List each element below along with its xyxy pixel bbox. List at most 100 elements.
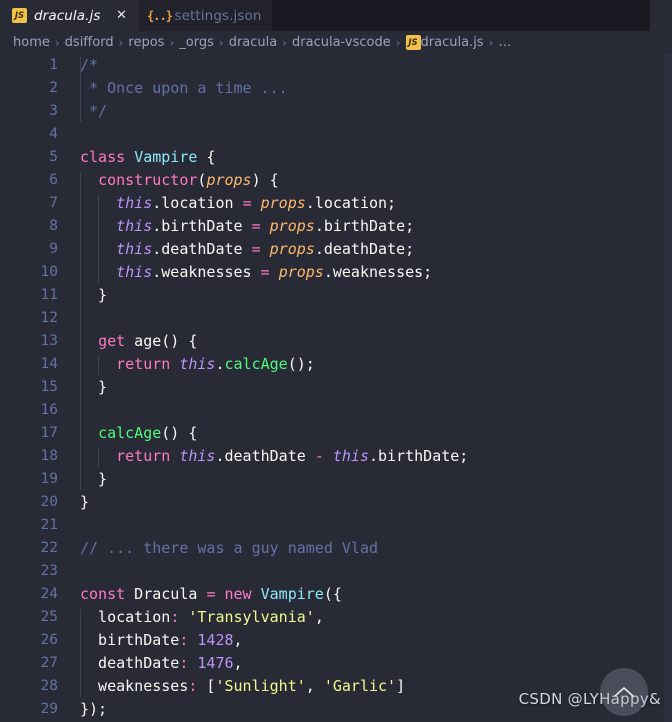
code-text: class Vampire { [58,146,672,169]
line-number: 28 [40,678,58,694]
token-plain: , [233,654,243,672]
code-line[interactable]: 13 get age() { [0,330,672,353]
token-comment: // ... there was a guy named Vlad [80,539,379,557]
token-comment: /* [80,56,99,74]
token-this: this [332,447,369,465]
line-number: 4 [49,126,58,142]
code-line[interactable]: 14 return this.calcAge(); [0,353,672,376]
code-line[interactable]: 9 this.deathDate = props.deathDate; [0,238,672,261]
line-number: 29 [40,701,58,717]
code-line[interactable]: 10 this.weaknesses = props.weaknesses; [0,261,672,284]
code-line[interactable]: 11 } [0,284,672,307]
line-number: 25 [40,609,58,625]
token-key: constructor [98,171,198,189]
editor-scrollbar[interactable] [664,54,672,722]
token-fn: calcAge [98,424,162,442]
indent-guide [98,195,100,283]
code-line[interactable]: 17 calcAge() { [0,422,672,445]
token-str: 'Sunlight' [215,677,306,695]
code-line[interactable]: 21 [0,514,672,537]
token-key: class [80,148,126,166]
code-line[interactable]: 16 [0,399,672,422]
code-line[interactable]: 25 location: 'Transylvania', [0,606,672,629]
code-editor[interactable]: 1 /* 2 * Once upon a time ... 3 */ 4 5 class V… [0,54,672,722]
code-text: this.birthDate = props.birthDate; [58,215,672,238]
token-plain: .deathDate; [314,240,415,258]
indent-guide [98,356,100,375]
code-line[interactable]: 26 birthDate: 1428, [0,629,672,652]
breadcrumb-item-home[interactable]: home [13,35,50,50]
token-plain: , [305,677,324,695]
breadcrumb-item-repos[interactable]: repos [128,35,164,50]
code-line[interactable]: 1 /* [0,54,672,77]
code-line[interactable]: 22 // ... there was a guy named Vlad [0,537,672,560]
tab-label: settings.json [174,7,262,24]
token-plain: weaknesses [80,677,189,695]
chevron-up-icon [613,685,635,699]
code-lines[interactable]: 1 /* 2 * Once upon a time ... 3 */ 4 5 class V… [0,54,672,721]
line-number: 15 [40,379,58,395]
code-line[interactable]: 12 [0,307,672,330]
code-text: } [58,284,672,307]
code-line[interactable]: 3 */ [0,100,672,123]
indent-guide [80,57,81,122]
breadcrumb-separator-icon: › [395,35,401,50]
code-line[interactable]: 6 constructor(props) { [0,169,672,192]
code-line[interactable]: 2 * Once upon a time ... [0,77,672,100]
breadcrumb-separator-icon: › [54,35,60,50]
code-line[interactable]: 19 } [0,468,672,491]
tab-bar-right-strip [650,0,672,31]
breadcrumb-item-dsifford[interactable]: dsifford [65,35,114,50]
token-str: 'Garlic' [323,677,397,695]
token-plain: deathDate [80,654,180,672]
breadcrumb-item-file[interactable]: dracula.js [421,35,484,50]
code-line[interactable]: 27 deathDate: 1476, [0,652,672,675]
code-line[interactable]: 20} [0,491,672,514]
code-text: birthDate: 1428, [58,629,672,652]
line-number: 10 [40,264,58,280]
indent-guide [98,448,100,467]
token-plain: age() { [125,332,198,350]
token-plain: birthDate [80,631,180,649]
breadcrumb-item-symbol-overflow[interactable]: … [498,35,511,50]
line-number: 3 [49,103,58,119]
tab-settings-json[interactable]: {..} settings.json [139,0,272,31]
line-number: 1 [49,57,58,73]
code-line[interactable]: 18 return this.deathDate - this.birthDat… [0,445,672,468]
token-class: Vampire [134,148,198,166]
code-line[interactable]: 7 this.location = props.location; [0,192,672,215]
js-file-icon: JS [405,35,421,50]
code-line[interactable]: 15 } [0,376,672,399]
token-this: this [116,263,153,281]
line-number: 21 [40,517,58,533]
tab-dracula-js[interactable]: JS dracula.js ✕ [0,0,140,31]
scroll-to-top-button[interactable] [600,668,648,716]
line-number: 20 [40,494,58,510]
token-plain: () { [161,424,198,442]
breadcrumb-item-orgs[interactable]: _orgs [179,35,214,50]
code-line[interactable]: 4 [0,123,672,146]
editor-tab-bar: JS dracula.js ✕ {..} settings.json [0,0,672,31]
line-number: 17 [40,425,58,441]
code-line[interactable]: 5 class Vampire { [0,146,672,169]
code-line[interactable]: 24 const Dracula = new Vampire({ [0,583,672,606]
breadcrumb-item-dracula-vscode[interactable]: dracula-vscode [292,35,391,50]
line-number: 19 [40,471,58,487]
token-plain: ) { [251,171,279,189]
close-icon[interactable]: ✕ [113,8,129,24]
code-line[interactable]: 23 [0,560,672,583]
breadcrumb-separator-icon: › [118,35,124,50]
breadcrumb[interactable]: home › dsifford › repos › _orgs › dracul… [0,31,672,54]
code-text: get age() { [58,330,672,353]
token-plain: .location [152,194,243,212]
token-param: props [269,240,315,258]
code-line[interactable]: 8 this.birthDate = props.birthDate; [0,215,672,238]
code-text: location: 'Transylvania', [58,606,672,629]
breadcrumb-item-dracula[interactable]: dracula [229,35,278,50]
code-text: // ... there was a guy named Vlad [58,537,672,560]
code-text: /* [58,54,672,77]
line-number: 6 [49,172,58,188]
